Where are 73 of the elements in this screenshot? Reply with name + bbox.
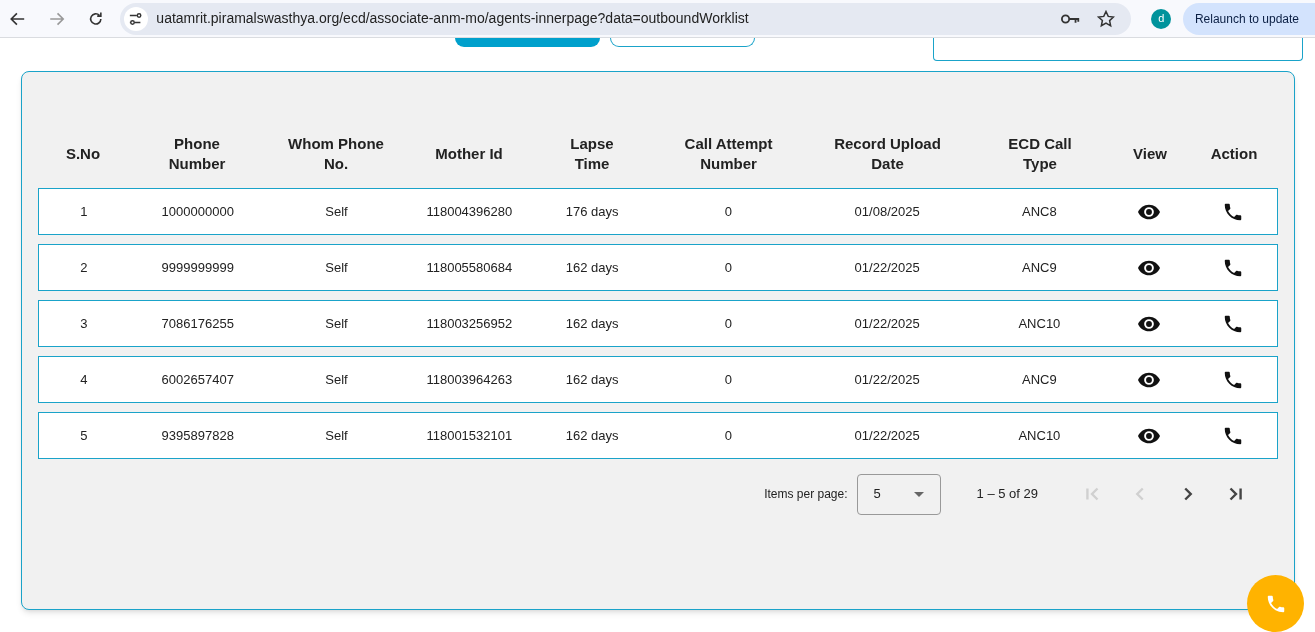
column-header: S.No	[65, 144, 101, 164]
table-cell-text: 01/08/2025	[854, 202, 920, 221]
table-cell-text: 162 days	[565, 370, 619, 389]
eye-icon[interactable]	[1138, 203, 1161, 220]
table-cell-text: 5	[80, 426, 88, 445]
table-cell-text: 1000000000	[161, 202, 234, 221]
table-cell-text: 162 days	[565, 258, 619, 277]
column-header: ECD Call Type	[1007, 134, 1073, 174]
eye-icon[interactable]	[1138, 259, 1161, 276]
table-cell-text: 6002657407	[161, 370, 234, 389]
eye-icon[interactable]	[1138, 427, 1161, 444]
table-cell-text: 0	[724, 314, 732, 333]
column-header: Phone Number	[167, 134, 227, 174]
table-cell-text: 1	[80, 202, 88, 221]
action-button[interactable]	[455, 38, 600, 47]
url-text: uatamrit.piramalswasthya.org/ecd/associate-anm-mo/agents-innerpage?data=outboundWorklist	[156, 9, 749, 28]
table-row[interactable]: 1 1000000000 Self 118004396280 176 days 0 01/08/2025 ANC8	[38, 188, 1278, 235]
profile-avatar[interactable]: d	[1151, 8, 1171, 29]
column-header: View	[1133, 144, 1167, 164]
table-cell-text: 118003256952	[426, 314, 513, 333]
table-cell-text: Self	[325, 258, 348, 277]
column-header: Action	[1210, 144, 1258, 164]
table-cell-text: Self	[325, 202, 348, 221]
table-cell-text: ANC9	[1022, 370, 1057, 389]
table-row[interactable]: 4 6002657407 Self 118003964263 162 days 0 01/22/2025 ANC9	[38, 356, 1278, 403]
column-header: Whom Phone No.	[287, 134, 385, 174]
table-cell-text: 0	[724, 258, 732, 277]
table-cell-text: 2	[80, 258, 88, 277]
table-cell-text: 118005580684	[426, 258, 513, 277]
key-icon[interactable]	[1061, 11, 1082, 26]
table-cell-text: 01/22/2025	[854, 314, 920, 333]
site-settings-icon[interactable]	[124, 6, 149, 31]
table-cell-text: ANC10	[1018, 426, 1061, 445]
table-cell-text: Self	[325, 314, 348, 333]
table-row[interactable]: 3 7086176255 Self 118003256952 162 days 0 01/22/2025 ANC10	[38, 300, 1278, 347]
eye-icon[interactable]	[1138, 315, 1161, 332]
table-cell-text: 01/22/2025	[854, 370, 920, 389]
table-cell-text: 01/22/2025	[854, 426, 920, 445]
table-cell-text: 4	[80, 370, 88, 389]
table-cell-text: 162 days	[565, 314, 619, 333]
table-cell-text: 162 days	[565, 426, 619, 445]
table-cell-text: 0	[724, 370, 732, 389]
table-cell-text: ANC10	[1018, 314, 1061, 333]
eye-icon[interactable]	[1138, 371, 1161, 388]
page-size-select[interactable]: 5	[856, 473, 941, 515]
table-row[interactable]: 2 9999999999 Self 118005580684 162 days 0 01/22/2025 ANC9	[38, 244, 1278, 291]
column-header: Call Attempt Number	[683, 134, 774, 174]
table-cell-text: 7086176255	[161, 314, 234, 333]
relaunch-button[interactable]: Relaunch to update	[1182, 2, 1315, 35]
column-header: Mother Id	[435, 144, 503, 164]
table-cell-text: 118001532101	[426, 426, 513, 445]
table-cell-text: 9395897828	[161, 426, 234, 445]
table-cell-text: 01/22/2025	[854, 258, 920, 277]
address-bar[interactable]: uatamrit.piramalswasthya.org/ecd/associate-anm-mo/agents-innerpage?data=outboundWorklist	[120, 2, 1132, 35]
action-button[interactable]	[610, 38, 755, 47]
page-range: 1 – 5 of 29	[976, 485, 1038, 504]
table-cell-text: 118004396280	[426, 202, 513, 221]
items-per-page-label: Items per page:	[764, 486, 848, 503]
table-row[interactable]: 5 9395897828 Self 118001532101 162 days 0 01/22/2025 ANC10	[38, 412, 1278, 459]
table-cell-text: 0	[724, 202, 732, 221]
table-cell-text: ANC9	[1022, 258, 1057, 277]
table-cell-text: 176 days	[565, 202, 619, 221]
table-cell-text: 118003964263	[426, 370, 513, 389]
table-cell-text: 9999999999	[161, 258, 234, 277]
column-header: Lapse Time	[569, 134, 615, 174]
table-cell-text: 0	[724, 426, 732, 445]
table-cell-text: 3	[80, 314, 88, 333]
star-icon[interactable]	[1097, 9, 1116, 28]
dropdown-caret-icon	[913, 491, 924, 497]
table-cell-text: Self	[325, 426, 348, 445]
table-cell-text: Self	[325, 370, 348, 389]
table-cell-text: ANC8	[1022, 202, 1057, 221]
column-header: Record Upload Date	[833, 134, 942, 174]
